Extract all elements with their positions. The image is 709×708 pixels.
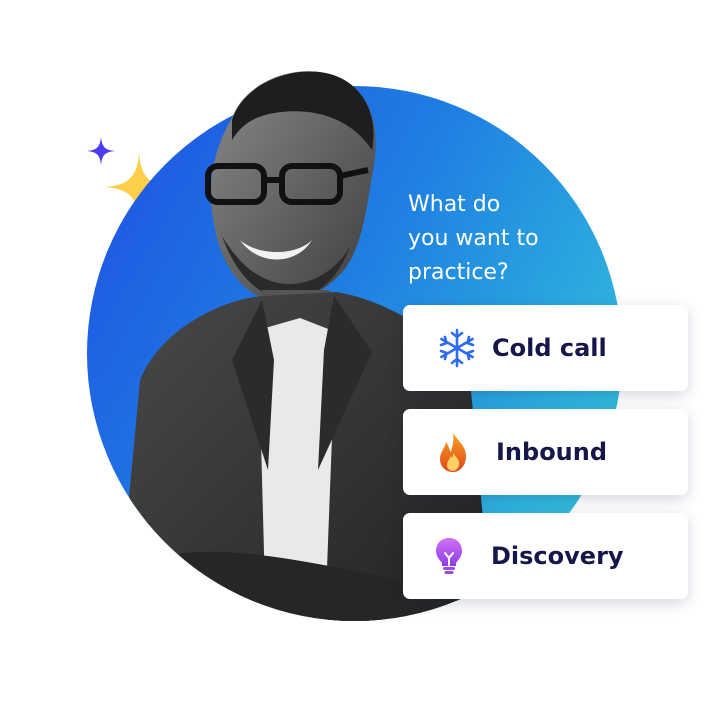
practice-question: What do you want to practice? (408, 188, 608, 290)
snowflake-icon (439, 328, 475, 368)
question-line-2: you want to (408, 226, 539, 251)
discovery-label: Discovery (491, 542, 624, 570)
inbound-label: Inbound (496, 438, 608, 466)
inbound-option[interactable]: Inbound (403, 409, 688, 495)
lightbulb-icon (436, 538, 462, 574)
flame-icon (440, 433, 467, 472)
cold-call-option[interactable]: Cold call (403, 305, 688, 391)
question-line-1: What do (408, 192, 501, 217)
cold-call-label: Cold call (492, 334, 607, 362)
question-line-3: practice? (408, 260, 509, 285)
discovery-option[interactable]: Discovery (403, 513, 688, 599)
